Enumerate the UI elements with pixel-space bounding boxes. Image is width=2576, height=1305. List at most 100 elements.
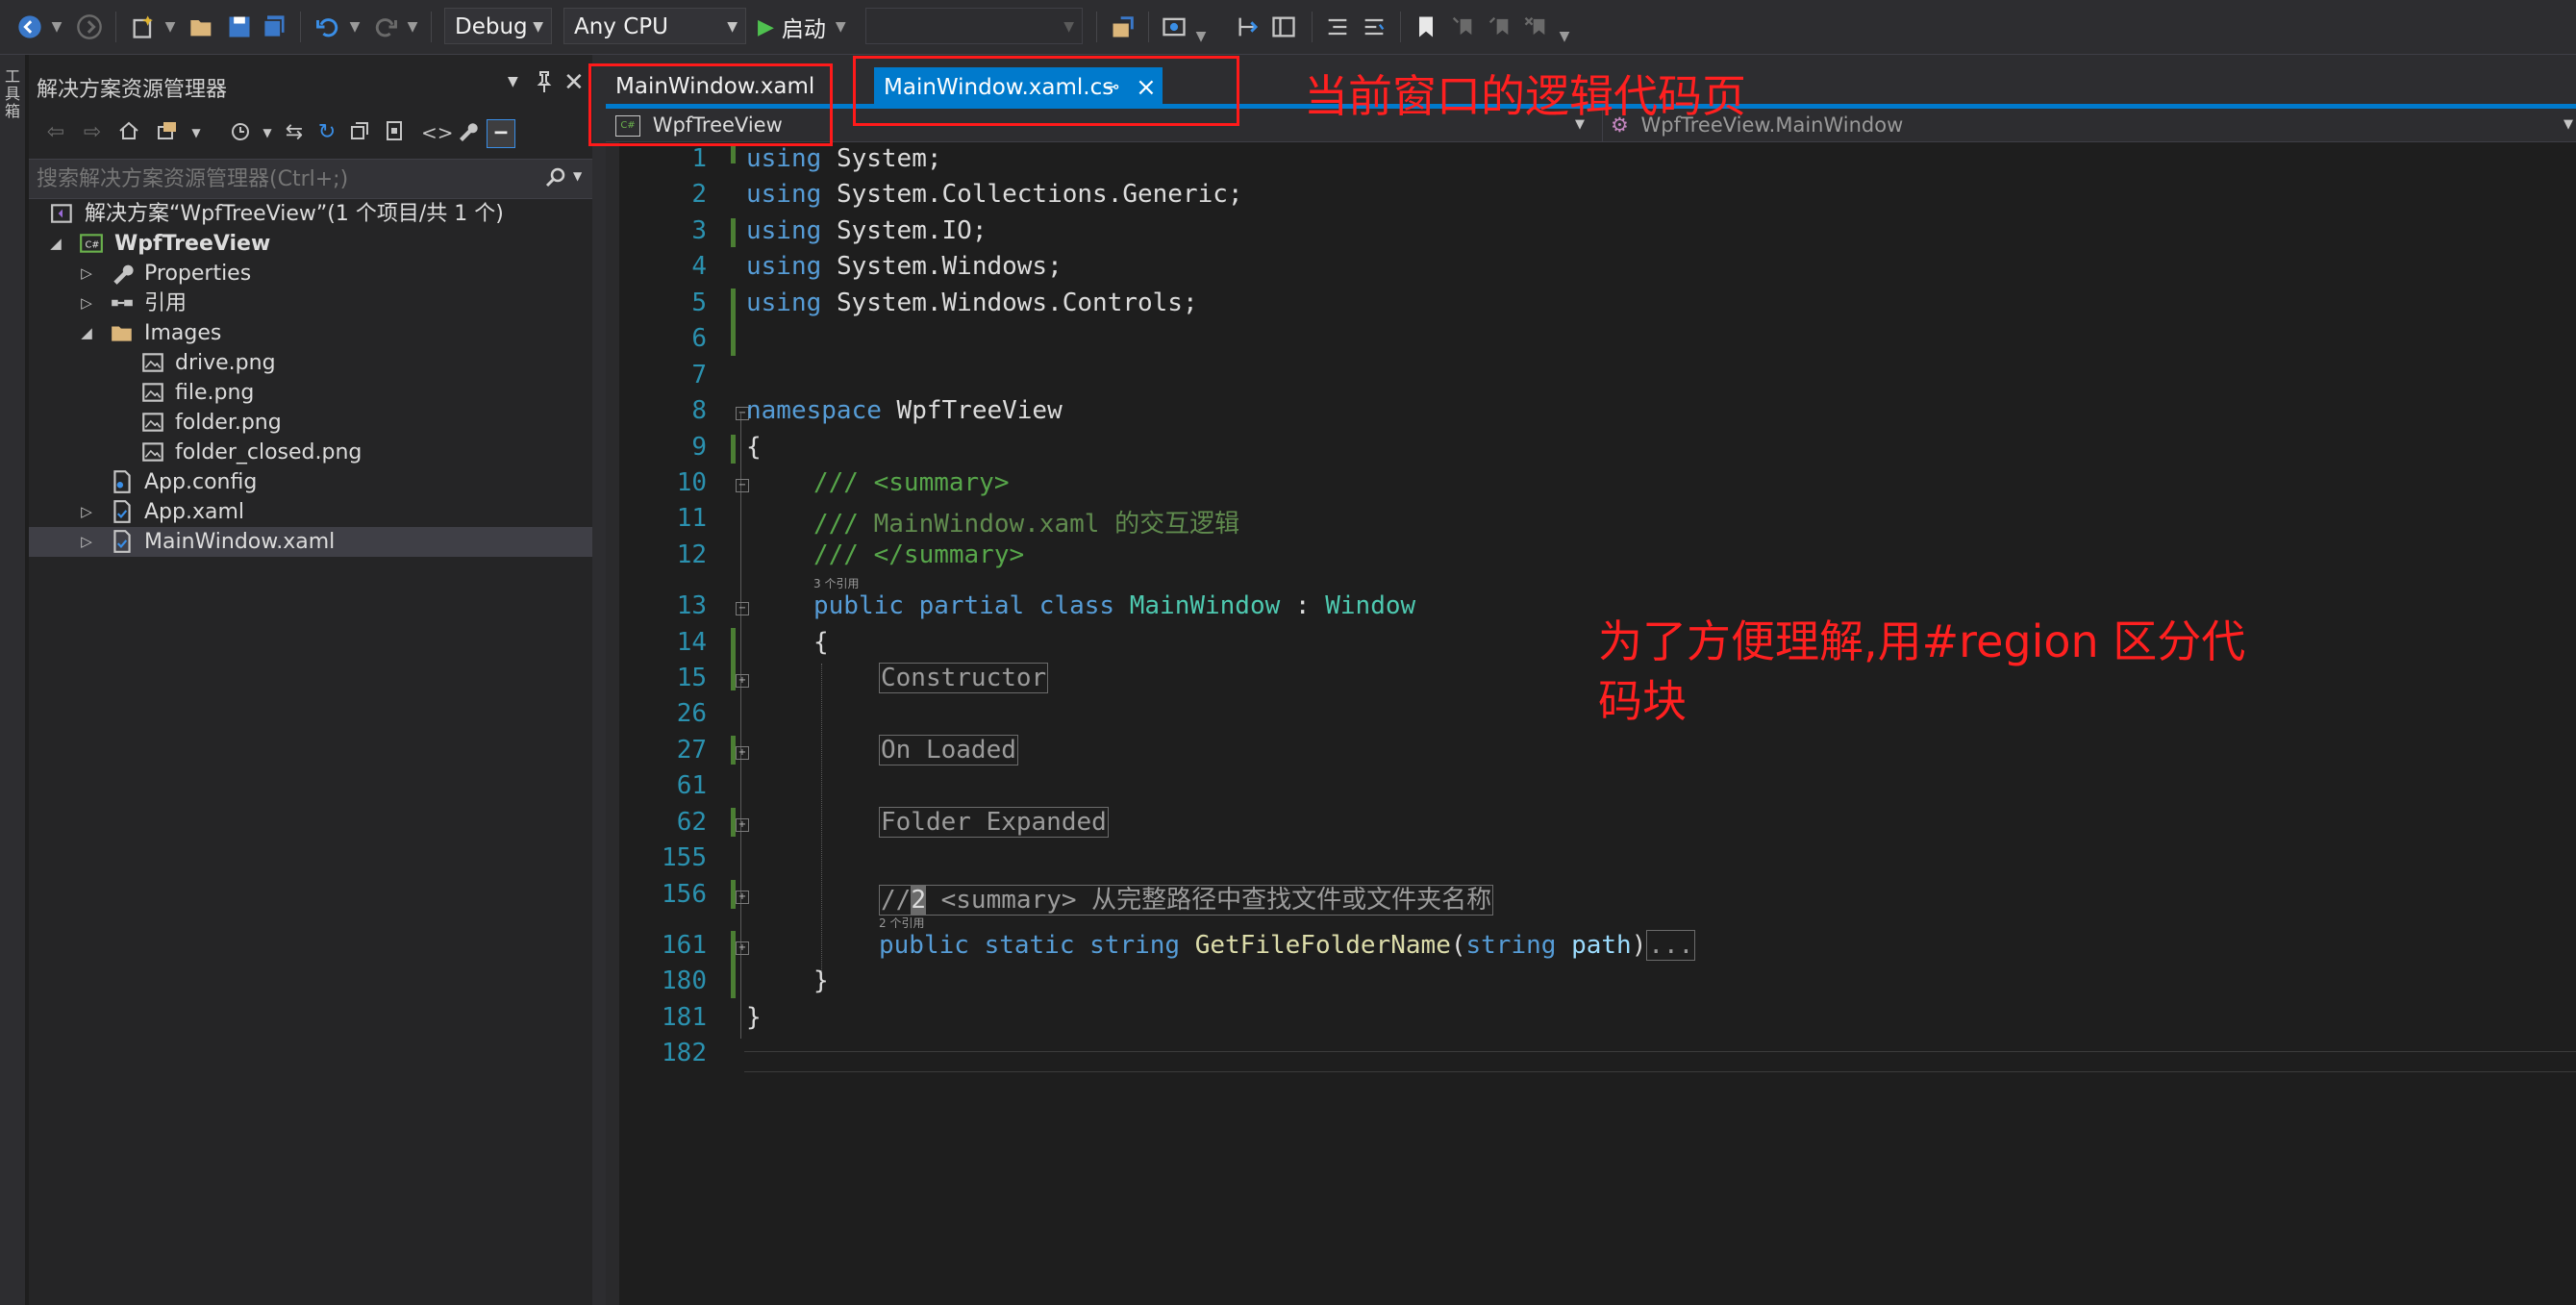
redo-icon[interactable] [371,10,400,44]
code-line-11: /// MainWindow.xaml 的交互逻辑 [813,504,1239,540]
fold-toggle-icon[interactable]: − [736,602,749,615]
chevron-down-icon: ▼ [2563,117,2573,132]
tree-item-drive-png[interactable]: drive.png [29,348,592,378]
back-icon[interactable]: ⇦ [42,119,69,146]
switch-views-icon[interactable] [154,119,181,146]
comment-lines-icon[interactable] [1323,10,1352,44]
views-dropdown-icon[interactable]: ▼ [183,119,210,146]
prev-bookmark-icon[interactable] [1448,10,1477,44]
collapsed-summary-comment[interactable]: //2 <summary> 从完整路径中查找文件或文件夹名称 [879,885,1494,916]
search-options-dropdown-icon[interactable]: ▼ [573,169,582,183]
solution-search-input[interactable] [37,160,537,198]
expanded-arrow-icon[interactable]: ◢ [46,229,65,259]
expanded-arrow-icon[interactable]: ◢ [77,318,96,348]
save-icon[interactable] [225,10,254,44]
line-number: 27 [676,736,707,765]
refresh-icon[interactable]: ↻ [313,119,340,146]
search-icon[interactable] [544,165,567,194]
panel-menu-icon[interactable]: ▼ [508,74,518,89]
pending-changes-icon[interactable] [227,119,254,146]
pending-dropdown-icon[interactable]: ▼ [254,119,281,146]
redo-dropdown-icon[interactable]: ▼ [406,10,419,44]
collapse-all-icon[interactable] [346,119,373,146]
undo-icon[interactable] [313,10,342,44]
annotation-box-cs-tab [853,56,1239,126]
pin-icon[interactable] [535,70,554,99]
startup-target-select[interactable]: ▼ [865,8,1083,44]
region-constructor[interactable]: Constructor [879,663,1049,693]
undo-dropdown-icon[interactable]: ▼ [348,10,362,44]
line-number: 6 [691,324,707,353]
new-project-icon[interactable] [129,10,158,44]
solution-search-box[interactable]: ▼ [29,159,592,199]
fold-toggle-icon[interactable]: + [736,941,749,955]
change-indicator [731,435,736,464]
tree-item-properties[interactable]: ▷ Properties [29,259,592,289]
annotation-line: 码块 [1598,675,1687,727]
collapsed-arrow-icon[interactable]: ▷ [77,527,96,557]
view-code-icon[interactable]: <> [421,119,454,146]
codelens-references[interactable]: 3 个引用 [813,575,859,591]
layout-icon[interactable] [1269,10,1298,44]
uncomment-lines-icon[interactable] [1360,10,1388,44]
tree-item-app-xaml[interactable]: ▷ App.xaml [29,497,592,527]
line-number: 156 [662,880,707,909]
csharp-project-icon: C# [79,231,104,256]
solution-config-select[interactable]: Debug ▼ [444,8,552,44]
close-icon[interactable]: ✕ [563,68,585,97]
screenshot-dropdown-icon[interactable]: ▼ [1194,19,1208,54]
fold-toggle-icon[interactable]: + [736,891,749,904]
toolbox-strip[interactable]: 工具箱 [0,55,25,1305]
tree-item-app-config[interactable]: App.config [29,467,592,497]
step-into-icon[interactable] [1235,10,1263,44]
fold-toggle-icon[interactable]: − [736,479,749,492]
code-line-3: using System.IO; [746,216,987,245]
solution-label: 解决方案“WpfTreeView”(1 个项目/共 1 个) [85,202,504,226]
sync-icon[interactable]: ⇆ [281,119,308,146]
navigate-forward-icon[interactable] [75,10,104,44]
collapsed-arrow-icon[interactable]: ▷ [77,497,96,527]
panel-splitter[interactable] [592,55,606,1305]
forward-icon[interactable]: ⇨ [79,119,106,146]
wrench-icon [110,261,135,286]
toolbar-overflow-icon[interactable]: ▼ [1558,19,1571,54]
platform-select[interactable]: Any CPU ▼ [563,8,746,44]
tree-item-label: drive.png [175,351,276,375]
show-all-files-icon[interactable] [381,119,408,146]
class-nav-select[interactable]: ⚙ WpfTreeView.MainWindow ▼ [1602,109,2576,141]
collapsed-arrow-icon[interactable]: ▷ [77,259,96,289]
properties-wrench-icon[interactable] [454,119,481,146]
start-debug-button[interactable]: ▶ 启动 ▼ [758,10,854,44]
code-line-10: /// <summary> [813,468,1010,497]
tree-solution-node[interactable]: 解决方案“WpfTreeView”(1 个项目/共 1 个) [29,199,592,229]
tree-item-folder-closed-png[interactable]: folder_closed.png [29,438,592,467]
clear-bookmarks-icon[interactable] [1521,10,1550,44]
fold-toggle-icon[interactable]: + [736,818,749,832]
collapsed-method-body[interactable]: ... [1646,930,1696,961]
tree-item-file-png[interactable]: file.png [29,378,592,408]
browser-link-icon[interactable] [1108,10,1138,44]
preview-selected-icon[interactable] [487,119,515,148]
open-folder-icon[interactable] [187,10,217,44]
tree-item-images-folder[interactable]: ◢ Images [29,318,592,348]
tree-item-references[interactable]: ▷ 引用 [29,289,592,318]
codelens-references[interactable]: 2 个引用 [879,915,924,931]
home-icon[interactable] [115,119,142,146]
code-line-62: Folder Expanded [879,807,1109,838]
tree-project-node[interactable]: ◢ C# WpfTreeView [29,229,592,259]
region-folder-expanded[interactable]: Folder Expanded [879,807,1109,838]
bookmark-icon[interactable] [1412,10,1440,44]
screenshot-icon[interactable] [1160,10,1188,44]
region-on-loaded[interactable]: On Loaded [879,735,1018,765]
collapsed-arrow-icon[interactable]: ▷ [77,289,96,318]
tree-item-mainwindow-xaml[interactable]: ▷ MainWindow.xaml [29,527,592,557]
fold-toggle-icon[interactable]: + [736,674,749,688]
next-bookmark-icon[interactable] [1485,10,1513,44]
new-dropdown-icon[interactable]: ▼ [163,10,177,44]
back-dropdown-icon[interactable]: ▼ [50,10,63,44]
navigate-back-icon[interactable] [15,10,44,44]
save-all-icon[interactable] [260,10,288,44]
fold-toggle-icon[interactable]: + [736,746,749,760]
tree-item-folder-png[interactable]: folder.png [29,408,592,438]
line-number: 15 [676,664,707,692]
